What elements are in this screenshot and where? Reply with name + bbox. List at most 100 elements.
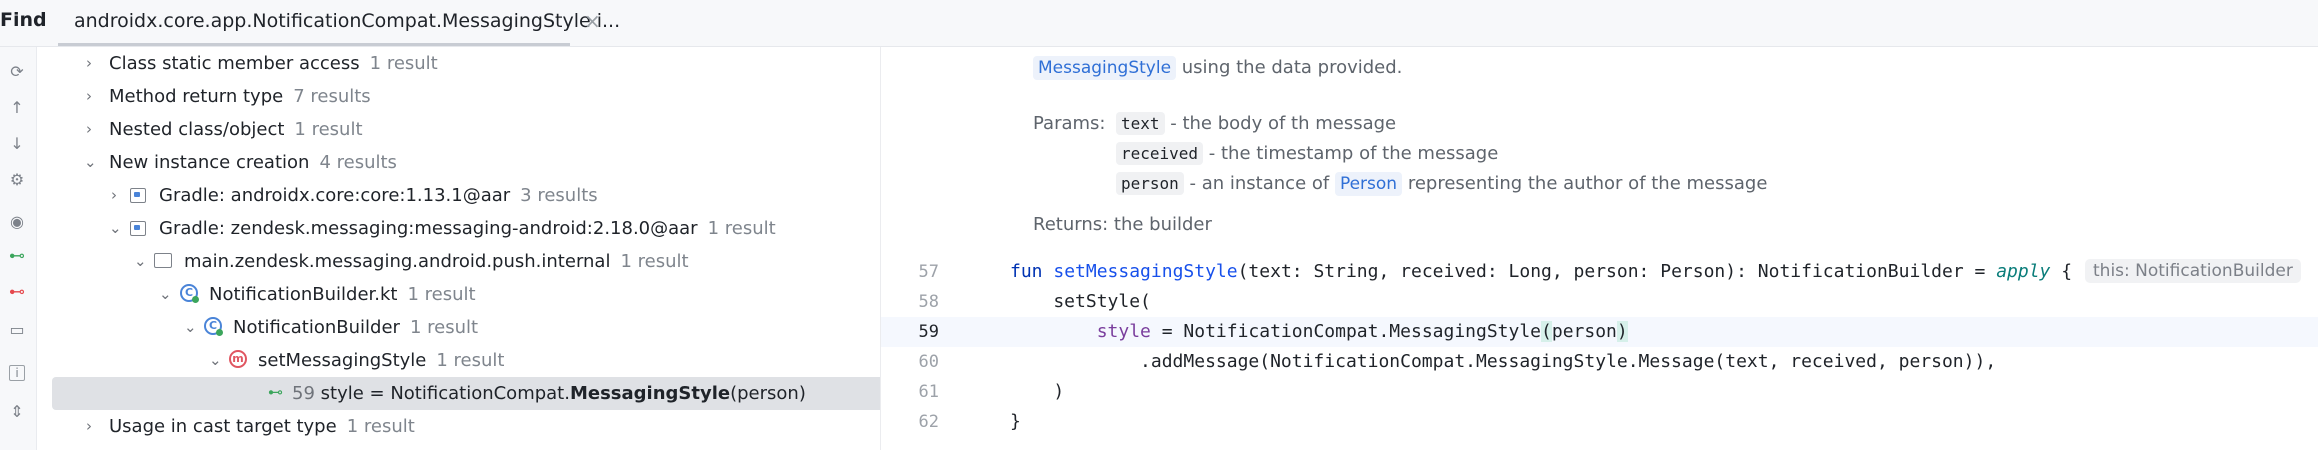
code-line[interactable]: 62 } — [881, 407, 2318, 437]
left-toolbar: ⟳ ↑ ↓ ⚙ ◉ ⊷ ⊷ ▭ i ⇕ — [0, 47, 37, 450]
code-text: .addMessage(NotificationCompat.Messaging… — [1010, 351, 1997, 372]
row-count: 7 results — [293, 86, 371, 107]
code-text: setStyle( — [1010, 291, 1151, 312]
tab-usages[interactable]: androidx.core.app.NotificationCompat.Mes… — [58, 0, 620, 46]
tree-row-gradle-androidx-core[interactable]: › Gradle: androidx.core:core:1.13.1@aar 3… — [36, 179, 880, 212]
chevron-down-icon[interactable]: ⌄ — [184, 318, 197, 336]
row-count: 1 result — [409, 317, 479, 338]
code-line[interactable]: 58 setStyle( — [881, 287, 2318, 317]
usage-code-match: MessagingStyle — [569, 383, 731, 404]
code-line[interactable]: 57 fun setMessagingStyle(text: String, r… — [881, 257, 2318, 287]
module-icon — [130, 188, 146, 203]
row-count: 1 result — [369, 53, 438, 74]
code-keyword: fun — [1010, 261, 1054, 282]
code-text: (text: String, received: Long, person: P… — [1237, 261, 1997, 282]
usage-code-suffix: (person) — [730, 383, 806, 404]
row-label: Gradle: zendesk.messaging:messaging-andr… — [159, 218, 698, 239]
class-icon: C — [204, 317, 223, 336]
chevron-right-icon[interactable]: › — [86, 120, 92, 138]
tree-row-cast-target[interactable]: › Usage in cast target type 1 result — [36, 410, 880, 443]
code-paren-highlight: ( — [1541, 321, 1552, 342]
row-label: Gradle: androidx.core:core:1.13.1@aar — [159, 185, 511, 206]
tree-row-usage-selected[interactable]: ⊷ 59 style = NotificationCompat.Messagin… — [52, 377, 880, 410]
row-label: Nested class/object — [109, 119, 285, 140]
tree-row-gradle-zendesk[interactable]: ⌄ Gradle: zendesk.messaging:messaging-an… — [36, 212, 880, 245]
code-property: style — [1096, 321, 1151, 342]
param-name: person — [1116, 172, 1184, 195]
inlay-hint: this: NotificationBuilder — [2085, 259, 2301, 283]
show-reads-icon[interactable]: ⊷ — [8, 247, 26, 265]
info-icon[interactable]: i — [9, 365, 25, 381]
code-line-current[interactable]: 59 style = NotificationCompat.MessagingS… — [881, 317, 2318, 347]
code-arg: person — [1551, 321, 1617, 342]
doc-link[interactable]: Person — [1334, 172, 1403, 196]
chevron-down-icon[interactable]: ⌄ — [84, 153, 97, 171]
params-label: Params: — [1033, 113, 1106, 134]
close-icon[interactable]: × — [584, 9, 601, 33]
eye-icon[interactable]: ◉ — [8, 213, 26, 231]
code-paren-highlight: ) — [1616, 321, 1628, 342]
tree-row-class[interactable]: ⌄ C NotificationBuilder 1 result — [36, 311, 880, 344]
row-label: Class static member access — [109, 53, 360, 74]
tab-label: androidx.core.app.NotificationCompat.Mes… — [74, 10, 621, 32]
kotlin-file-icon: C — [180, 284, 199, 303]
tree-row-nested-class[interactable]: › Nested class/object 1 result — [36, 113, 880, 146]
module-icon — [130, 221, 146, 236]
method-icon: m — [229, 350, 247, 368]
code-text: = NotificationCompat.MessagingStyle — [1150, 321, 1542, 342]
doc-link[interactable]: MessagingStyle — [1033, 56, 1177, 80]
usage-tree: › Class static member access 1 result › M… — [36, 47, 880, 450]
line-number: 60 — [918, 352, 939, 372]
usage-arrow-icon: ⊷ — [268, 383, 283, 401]
param-desc: representing the author of the message — [1402, 173, 1768, 194]
chevron-right-icon[interactable]: › — [86, 417, 92, 435]
tree-row-package[interactable]: ⌄ main.zendesk.messaging.android.push.in… — [36, 245, 880, 278]
row-count: 1 result — [436, 350, 505, 371]
row-label: setMessagingStyle — [258, 350, 427, 371]
param-desc: - the body of th message — [1164, 113, 1397, 134]
param-name: received — [1116, 142, 1204, 165]
chevron-down-icon[interactable]: ⌄ — [134, 252, 147, 270]
param-desc: - the timestamp of the message — [1203, 143, 1499, 164]
returns-text: Returns: the builder — [1033, 214, 1212, 235]
expand-collapse-icon[interactable]: ⇕ — [8, 403, 26, 421]
code-function-name: setMessagingStyle — [1053, 261, 1238, 282]
tree-row-new-instance-creation[interactable]: ⌄ New instance creation 4 results — [36, 146, 880, 179]
tree-row-class-static-member-access[interactable]: › Class static member access 1 result — [36, 47, 880, 80]
row-count: 1 result — [407, 284, 476, 305]
tree-row-method-return-type[interactable]: › Method return type 7 results — [36, 80, 880, 113]
arrow-up-icon[interactable]: ↑ — [8, 99, 26, 117]
row-label: New instance creation — [109, 152, 310, 173]
chevron-down-icon[interactable]: ⌄ — [159, 285, 172, 303]
row-count: 3 results — [520, 185, 598, 206]
row-label: Usage in cast target type — [109, 416, 337, 437]
chevron-down-icon[interactable]: ⌄ — [109, 219, 122, 237]
tree-row-method[interactable]: ⌄ m setMessagingStyle 1 result — [36, 344, 880, 377]
chevron-right-icon[interactable]: › — [86, 54, 92, 72]
tree-row-file[interactable]: ⌄ C NotificationBuilder.kt 1 result — [36, 278, 880, 311]
arrow-down-icon[interactable]: ↓ — [8, 135, 26, 153]
code-brace: { — [2050, 261, 2073, 282]
code-line[interactable]: 61 ) — [881, 377, 2318, 407]
line-number: 59 — [918, 322, 939, 342]
chevron-right-icon[interactable]: › — [111, 186, 117, 204]
chevron-down-icon[interactable]: ⌄ — [209, 351, 222, 369]
line-number: 61 — [918, 382, 939, 402]
row-count: 1 result — [707, 218, 776, 239]
refresh-icon[interactable]: ⟳ — [8, 63, 26, 81]
row-label: NotificationBuilder — [233, 317, 400, 338]
line-number: 62 — [918, 412, 939, 432]
find-toolbar: Find androidx.core.app.NotificationCompa… — [0, 0, 2318, 47]
row-label: NotificationBuilder.kt — [209, 284, 398, 305]
settings-icon[interactable]: ⚙ — [8, 171, 26, 189]
chevron-right-icon[interactable]: › — [86, 87, 92, 105]
show-writes-icon[interactable]: ⊷ — [8, 283, 26, 301]
row-label: Method return type — [109, 86, 284, 107]
row-count: 1 result — [620, 251, 689, 272]
row-count: 1 result — [294, 119, 363, 140]
folder-icon[interactable]: ▭ — [8, 321, 26, 339]
code-line[interactable]: 60 .addMessage(NotificationCompat.Messag… — [881, 347, 2318, 377]
find-title: Find — [0, 9, 47, 31]
line-number: 58 — [918, 292, 939, 312]
